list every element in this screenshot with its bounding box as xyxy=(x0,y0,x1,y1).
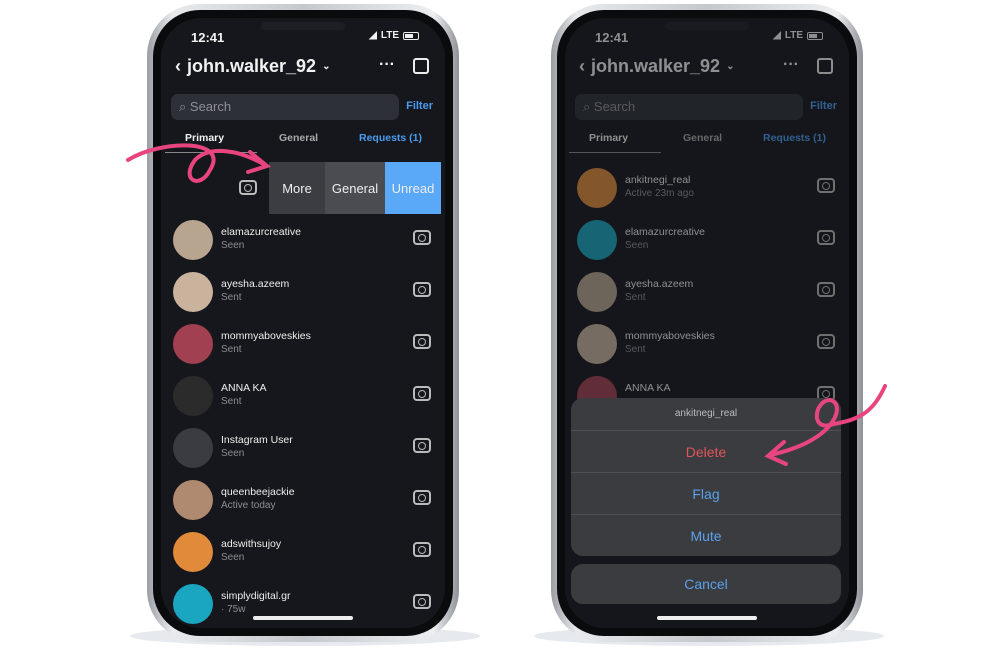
avatar[interactable] xyxy=(173,480,213,520)
conversation-name: simplydigital.gr xyxy=(221,590,291,602)
tab-indicator xyxy=(165,152,257,153)
conversation-name: elamazurcreative xyxy=(221,226,301,238)
conversation-status: Sent xyxy=(221,292,242,303)
mark-unread-button[interactable]: Unread xyxy=(385,162,441,214)
dm-inbox-screen: 12:41 ◢ LTE ‹ john.walker_92 ⌄ ··· ⌕ Search… xyxy=(565,18,849,628)
new-message-icon[interactable] xyxy=(413,58,429,74)
search-input[interactable]: ⌕ Search xyxy=(171,94,399,120)
username: john.walker_92 xyxy=(187,56,317,76)
camera-icon[interactable] xyxy=(413,490,431,505)
status-bar: ◢ LTE xyxy=(369,30,419,41)
tab-general[interactable]: General xyxy=(279,132,318,144)
more-options-icon[interactable]: ··· xyxy=(379,56,395,74)
avatar[interactable] xyxy=(173,532,213,572)
avatar[interactable] xyxy=(173,220,213,260)
conversation-status: Seen xyxy=(221,448,245,459)
conversation-name: ayesha.azeem xyxy=(221,278,290,290)
conversation-name: adswithsujoy xyxy=(221,538,282,550)
conversation-name: queenbeejackie xyxy=(221,486,295,498)
conversation-row[interactable]: ayesha.azeem Sent xyxy=(161,266,445,318)
conversation-row[interactable]: elamazurcreative Seen xyxy=(161,214,445,266)
back-icon[interactable]: ‹ xyxy=(175,56,181,77)
conversation-row[interactable]: ANNA KA Sent xyxy=(161,370,445,422)
flag-button[interactable]: Flag xyxy=(571,472,841,514)
avatar[interactable] xyxy=(173,428,213,468)
camera-icon[interactable] xyxy=(413,594,431,609)
filter-button[interactable]: Filter xyxy=(406,100,433,112)
signal-icon: ◢ xyxy=(369,30,377,41)
home-indicator xyxy=(253,616,353,620)
conversation-status: Seen xyxy=(221,240,245,251)
conversation-row[interactable]: queenbeejackie Active today xyxy=(161,474,445,526)
conversation-status: Active today xyxy=(221,500,276,511)
camera-icon[interactable] xyxy=(239,180,257,195)
avatar[interactable] xyxy=(173,584,213,624)
conversation-name: Instagram User xyxy=(221,434,293,446)
conversation-status: Sent xyxy=(221,344,242,355)
mute-button[interactable]: Mute xyxy=(571,514,841,556)
conversation-status: Seen xyxy=(221,552,245,563)
conversation-row[interactable]: Instagram User Seen xyxy=(161,422,445,474)
conversation-name: ANNA KA xyxy=(221,382,267,394)
more-button[interactable]: More xyxy=(269,162,325,214)
conversation-name: mommyaboveskies xyxy=(221,330,311,342)
delete-button[interactable]: Delete xyxy=(571,430,841,472)
avatar[interactable] xyxy=(173,324,213,364)
camera-icon[interactable] xyxy=(413,334,431,349)
phone-left: 12:41 ◢ LTE ‹ john.walker_92 ⌄ ··· ⌕ Search… xyxy=(147,4,459,642)
account-switcher[interactable]: ‹ john.walker_92 ⌄ xyxy=(175,56,330,77)
cancel-button[interactable]: Cancel xyxy=(571,564,841,604)
camera-icon[interactable] xyxy=(413,542,431,557)
avatar[interactable] xyxy=(173,272,213,312)
conversation-row[interactable]: mommyaboveskies Sent xyxy=(161,318,445,370)
network-label: LTE xyxy=(380,30,399,41)
chevron-down-icon: ⌄ xyxy=(322,61,331,72)
notch xyxy=(261,22,345,30)
conversation-row[interactable]: simplydigital.gr · 75w xyxy=(161,578,445,628)
battery-icon xyxy=(403,31,419,40)
phone-right: 12:41 ◢ LTE ‹ john.walker_92 ⌄ ··· ⌕ Search… xyxy=(551,4,863,642)
tab-requests[interactable]: Requests (1) xyxy=(359,132,422,144)
tabs: Primary General Requests (1) xyxy=(161,132,445,154)
camera-icon[interactable] xyxy=(413,438,431,453)
action-sheet-title: ankitnegi_real xyxy=(674,408,738,419)
conversation-row[interactable]: adswithsujoy Seen xyxy=(161,526,445,578)
camera-icon[interactable] xyxy=(413,386,431,401)
action-sheet: ankitnegi_real Delete Flag Mute xyxy=(571,398,841,556)
avatar[interactable] xyxy=(173,376,213,416)
camera-icon[interactable] xyxy=(413,282,431,297)
conversation-status: · 75w xyxy=(221,604,246,615)
dm-inbox-screen: 12:41 ◢ LTE ‹ john.walker_92 ⌄ ··· ⌕ Search… xyxy=(161,18,445,628)
search-placeholder: Search xyxy=(189,99,232,114)
camera-icon[interactable] xyxy=(413,230,431,245)
status-time: 12:41 xyxy=(191,30,225,45)
tab-primary[interactable]: Primary xyxy=(185,132,224,144)
move-to-general-button[interactable]: General xyxy=(325,162,385,214)
conversation-status: Sent xyxy=(221,396,242,407)
home-indicator xyxy=(657,616,757,620)
